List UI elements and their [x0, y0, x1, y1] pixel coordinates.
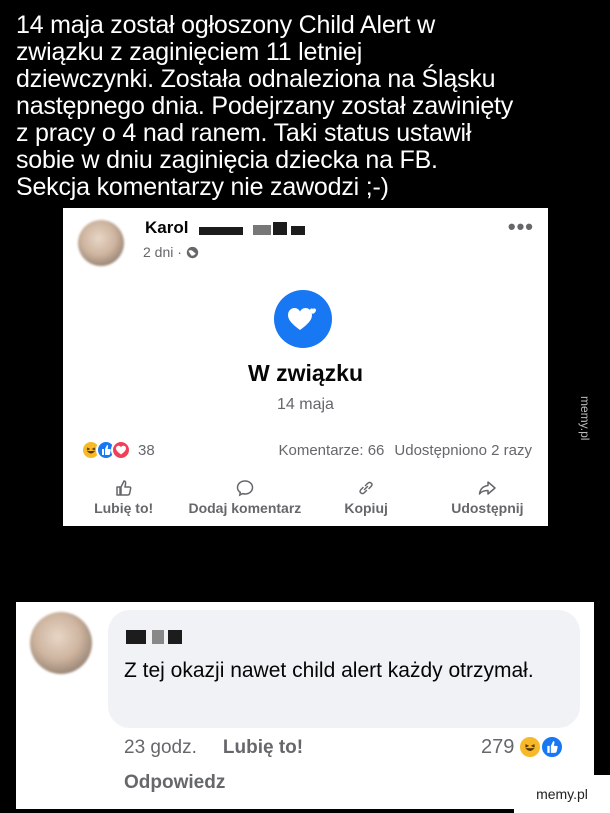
post-reaction-count: 38: [138, 441, 155, 459]
corner-watermark: memy.pl: [514, 775, 610, 813]
comment-count[interactable]: Komentarze: 66: [279, 442, 385, 459]
post-time[interactable]: 2 dni ·: [143, 244, 182, 260]
reply-button[interactable]: Odpowiedz: [124, 772, 225, 794]
globe-icon: [186, 246, 199, 258]
commenter-avatar[interactable]: [30, 612, 92, 674]
comment-reactions[interactable]: 279: [481, 735, 565, 759]
like-button-label: Lubię to!: [94, 500, 154, 516]
comment-reaction-count: 279: [481, 735, 515, 758]
censored-surname-part-2: [253, 225, 271, 235]
copy-button[interactable]: Kopiuj: [306, 478, 427, 516]
comment-button[interactable]: Dodaj komentarz: [184, 478, 305, 516]
haha-reaction-icon: [518, 735, 543, 759]
more-options-icon[interactable]: •••: [508, 214, 534, 240]
comment-card: Z tej okazji nawet child alert każdy otr…: [16, 602, 594, 809]
link-icon: [359, 481, 373, 495]
comment-footer: 23 godz. Lubię to!: [124, 737, 303, 759]
comment-like-button[interactable]: Lubię to!: [223, 737, 303, 759]
post-author-avatar[interactable]: [78, 220, 124, 266]
censored-surname-part-1: [199, 227, 243, 235]
love-reaction-icon: [111, 440, 131, 460]
censored-surname-part-3: [273, 222, 287, 235]
share-count[interactable]: Udostępniono 2 razy: [394, 442, 532, 459]
comment-bubble: Z tej okazji nawet child alert każdy otr…: [108, 610, 580, 728]
like-button[interactable]: Lubię to!: [63, 478, 184, 516]
relationship-heart-icon: [274, 290, 332, 348]
relationship-status: W związku: [247, 360, 363, 386]
post-author-name[interactable]: Karol: [145, 218, 188, 238]
post-actions: Lubię to! Dodaj komentarz Kopiuj Udostęp…: [63, 478, 548, 516]
share-arrow-icon: [479, 481, 497, 495]
share-button[interactable]: Udostępnij: [427, 478, 548, 516]
comment-button-label: Dodaj komentarz: [188, 500, 302, 516]
post-reactions[interactable]: 38: [81, 440, 155, 460]
copy-button-label: Kopiuj: [344, 500, 388, 516]
share-button-label: Udostępnij: [451, 500, 524, 516]
comment-bubble-icon: [236, 480, 254, 497]
post-meta: 2 dni ·: [143, 244, 199, 260]
comment-text: Z tej okazji nawet child alert każdy otr…: [124, 659, 534, 682]
censored-commenter-name-part-1: [126, 630, 146, 644]
censored-surname-part-4: [291, 226, 305, 235]
meme-caption: 14 maja został ogłoszony Child Alert w z…: [16, 11, 514, 201]
like-reaction-icon: [540, 735, 565, 759]
facebook-post: Karol 2 dni · ••• W związku 14 maja 38 K…: [63, 208, 548, 526]
side-watermark: memy.pl: [578, 396, 592, 441]
post-stats: Komentarze: 66 Udostępniono 2 razy: [279, 442, 533, 459]
comment-time[interactable]: 23 godz.: [124, 737, 197, 759]
censored-commenter-name-part-3: [168, 630, 182, 644]
censored-commenter-name-part-2: [152, 630, 164, 644]
relationship-date: 14 maja: [277, 396, 334, 413]
thumbs-up-icon: [115, 480, 132, 496]
